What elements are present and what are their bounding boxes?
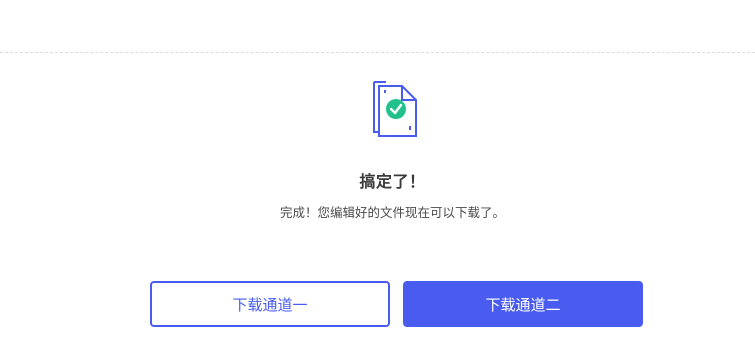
result-message: 完成！您编辑好的文件现在可以下载了。 (279, 205, 505, 220)
document-check-icon (366, 76, 420, 140)
download-complete-page: 搞定了！ 完成！您编辑好的文件现在可以下载了。 下载通道一 下载通道二 (0, 0, 755, 343)
download-channel-1-button[interactable]: 下载通道一 (150, 281, 390, 327)
top-divider (0, 52, 755, 53)
download-channel-2-button[interactable]: 下载通道二 (403, 281, 643, 327)
result-title: 搞定了！ (359, 172, 426, 191)
